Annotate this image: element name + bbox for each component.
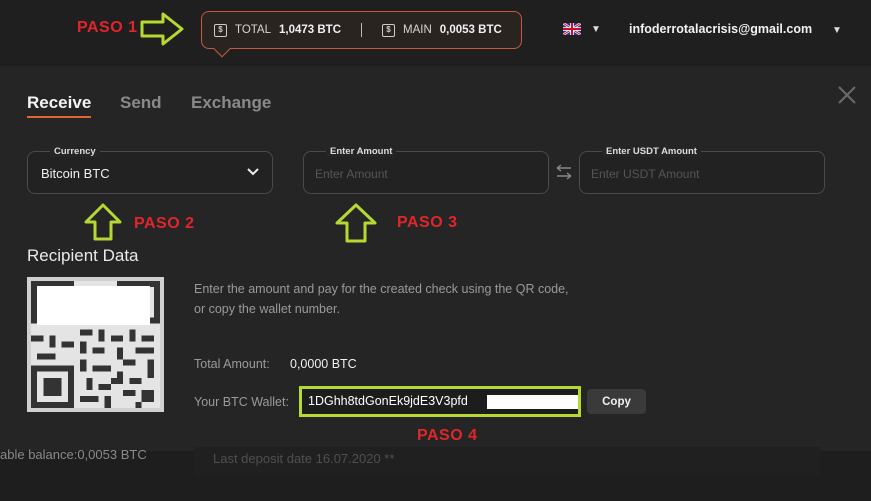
currency-value: Bitcoin BTC [41,166,110,181]
annotation-paso-2: PASO 2 [134,215,195,232]
main-balance: $ MAIN 0,0053 BTC [382,23,502,37]
chevron-down-icon [247,168,259,176]
tab-receive[interactable]: Receive [27,93,91,113]
wallet-address-field[interactable]: 1DGhh8tdGonEk9jdE3V3pfd [299,386,581,417]
wallet-icon: $ [214,23,227,37]
account-caret-icon[interactable]: ▼ [832,25,842,36]
annotation-arrow-right-icon [140,12,184,46]
user-email[interactable]: infoderrotalacrisis@gmail.com [629,22,812,36]
total-value: 1,0473 BTC [279,24,342,36]
total-label: TOTAL [235,24,271,36]
background-deposit-text: Last deposit date 16.07.2020 ** [213,451,395,466]
tab-send[interactable]: Send [120,93,162,113]
total-balance: $ TOTAL 1,0473 BTC [214,23,342,37]
qr-redaction [37,286,150,325]
background-balance-text: able balance:0,0053 BTC [0,447,147,462]
main-value: 0,0053 BTC [439,24,502,36]
currency-select[interactable]: Currency Bitcoin BTC [27,146,273,194]
annotation-arrow-up-icon [335,203,377,243]
wallet-icon: $ [382,23,396,37]
amount-placeholder: Enter Amount [315,167,388,181]
description-line-1: Enter the amount and pay for the created… [194,282,569,296]
description-line-2: or copy the wallet number. [194,302,340,316]
uk-flag-icon[interactable] [563,23,581,35]
wallet-address: 1DGhh8tdGonEk9jdE3V3pfd [308,394,468,408]
total-amount-value: 0,0000 BTC [290,357,357,371]
usdt-label: Enter USDT Amount [602,146,701,157]
main-label: MAIN [403,24,432,36]
wallet-redaction [487,395,578,409]
tab-exchange[interactable]: Exchange [191,93,271,113]
annotation-arrow-up-icon [84,203,122,241]
currency-label: Currency [50,146,100,157]
balance-summary[interactable]: $ TOTAL 1,0473 BTC $ MAIN 0,0053 BTC [201,11,522,58]
annotation-paso-1: PASO 1 [77,19,138,36]
usdt-placeholder: Enter USDT Amount [591,167,700,181]
language-caret-icon[interactable]: ▼ [591,24,601,35]
total-amount-label: Total Amount: [194,357,270,371]
active-tab-indicator [27,116,91,118]
close-icon[interactable] [836,84,858,106]
recipient-data-title: Recipient Data [27,246,139,265]
balance-divider [361,23,363,37]
swap-arrows-icon[interactable] [555,162,573,182]
amount-label: Enter Amount [326,146,397,157]
annotation-paso-3: PASO 3 [397,214,458,231]
wallet-label: Your BTC Wallet: [194,395,289,409]
usdt-amount-field[interactable]: Enter USDT Amount Enter USDT Amount [579,146,825,194]
annotation-paso-4: PASO 4 [417,427,478,444]
copy-button[interactable]: Copy [587,389,646,414]
amount-field[interactable]: Enter Amount Enter Amount [303,146,549,194]
recipient-description: Enter the amount and pay for the created… [194,279,624,319]
